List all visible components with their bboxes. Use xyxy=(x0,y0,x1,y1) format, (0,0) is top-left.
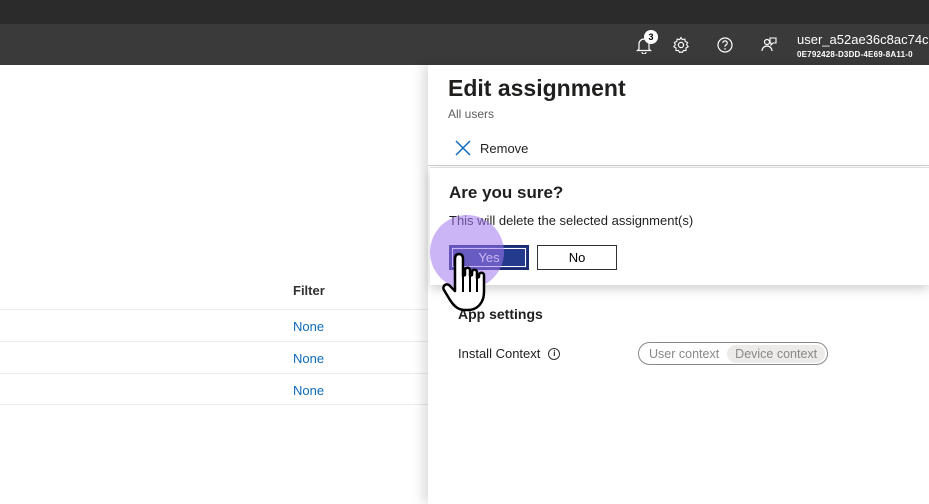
user-context-option[interactable]: User context xyxy=(641,345,727,363)
install-context-toggle[interactable]: User context Device context xyxy=(638,342,829,365)
settings-button[interactable] xyxy=(669,33,693,57)
table-row[interactable]: None xyxy=(0,373,428,405)
window-top-strip xyxy=(0,0,929,24)
confirm-dialog: Are you sure? This will delete the selec… xyxy=(430,167,929,285)
blade-subtitle: All users xyxy=(448,107,495,121)
feedback-icon xyxy=(761,37,777,52)
info-icon[interactable]: i xyxy=(548,347,561,360)
help-icon xyxy=(717,37,733,53)
notifications-button[interactable]: 3 xyxy=(632,30,658,57)
table-row[interactable]: None xyxy=(0,309,428,341)
filter-cell[interactable]: None xyxy=(293,319,324,334)
blade-title: Edit assignment xyxy=(448,75,626,101)
remove-button[interactable]: Remove xyxy=(454,137,528,159)
device-context-option[interactable]: Device context xyxy=(727,344,826,363)
feedback-button[interactable] xyxy=(757,33,781,57)
remove-label: Remove xyxy=(480,140,529,156)
notification-count-badge: 3 xyxy=(644,30,658,44)
table-row[interactable]: None xyxy=(0,341,428,373)
install-context-label: Install Context xyxy=(458,346,541,361)
filter-cell[interactable]: None xyxy=(293,351,324,366)
user-name[interactable]: user_a52ae36c8ac74c xyxy=(797,32,929,47)
help-button[interactable] xyxy=(713,33,737,57)
dialog-title: Are you sure? xyxy=(449,183,564,202)
no-button[interactable]: No xyxy=(537,245,617,270)
hand-pointer-icon xyxy=(442,252,486,312)
command-bar-divider xyxy=(428,165,929,166)
install-context-label-row: Install Context i xyxy=(458,346,561,361)
filter-cell[interactable]: None xyxy=(293,383,324,398)
close-icon xyxy=(455,140,471,156)
tenant-id: 0E792428-D3DD-4E69-8A11-0 xyxy=(797,50,913,59)
filter-column-header: Filter xyxy=(293,283,325,298)
portal-header: 3 user_a52ae36c8ac74c 0E792428-D3DD-4E69… xyxy=(0,24,929,65)
gear-icon xyxy=(672,36,690,54)
